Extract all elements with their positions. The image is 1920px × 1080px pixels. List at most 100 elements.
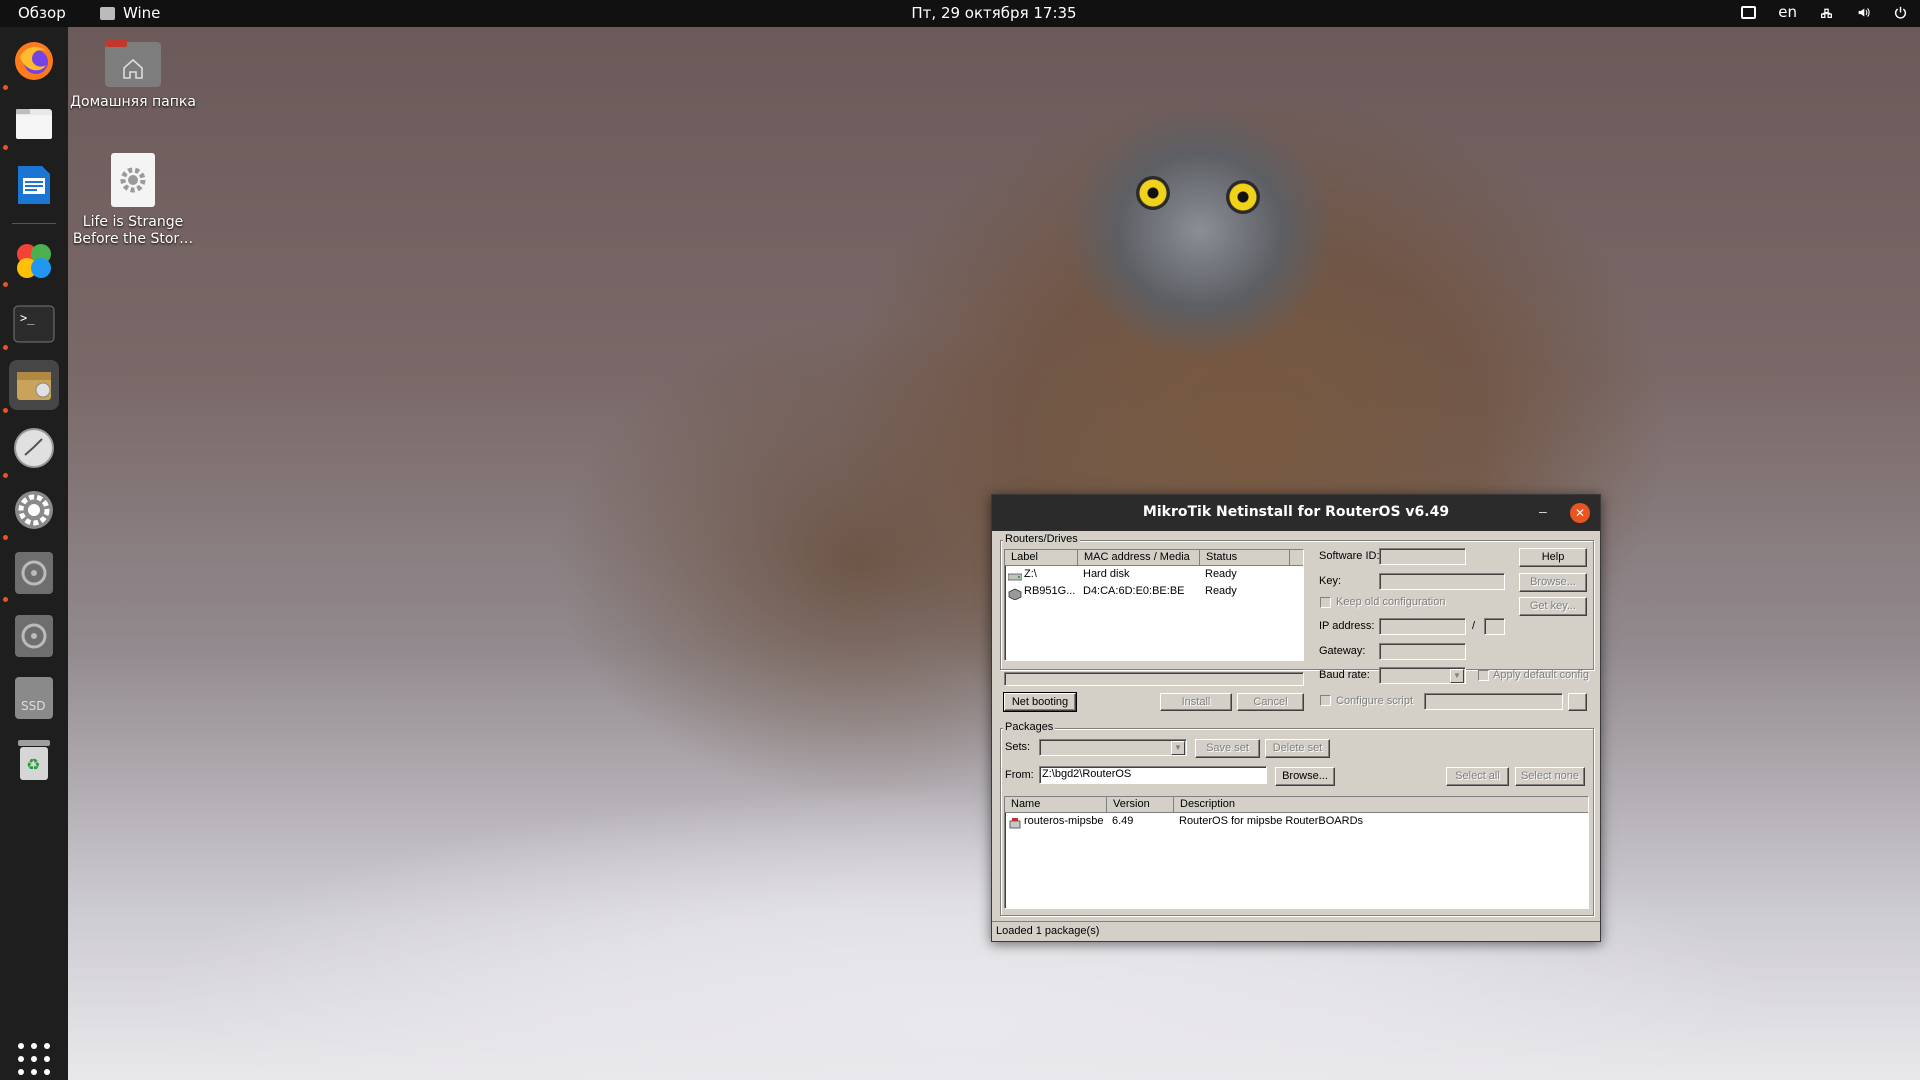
hard-disk-icon — [1008, 573, 1022, 581]
column-status[interactable]: Status — [1200, 550, 1290, 566]
progress-bar — [1004, 672, 1304, 686]
routers-list[interactable]: Label MAC address / Media Status Z:\ Har… — [1004, 549, 1304, 661]
chevron-down-icon[interactable]: ▼ — [1450, 669, 1464, 683]
software-id-label: Software ID: — [1319, 550, 1380, 562]
chevron-down-icon[interactable]: ▼ — [1171, 741, 1185, 755]
svg-text:♻: ♻ — [26, 755, 40, 774]
from-path-value: Z:\bgd2\RouterOS — [1042, 768, 1132, 780]
screen-icon[interactable] — [1741, 5, 1757, 19]
save-set-button[interactable]: Save set — [1195, 739, 1260, 758]
table-row[interactable]: Hard disk — [1083, 568, 1129, 580]
delete-set-button[interactable]: Delete set — [1265, 739, 1330, 758]
help-button[interactable]: Help — [1519, 548, 1587, 567]
settings-file-icon — [111, 153, 155, 207]
sets-label: Sets: — [1005, 741, 1031, 753]
network-icon[interactable] — [1819, 6, 1834, 19]
disk-tool-icon[interactable] — [9, 423, 59, 473]
running-indicator — [3, 473, 8, 478]
sets-select[interactable]: ▼ — [1039, 739, 1187, 756]
language-indicator[interactable]: en — [1778, 3, 1797, 21]
files-icon[interactable] — [9, 98, 59, 148]
table-row[interactable]: Ready — [1205, 568, 1237, 580]
running-indicator — [3, 535, 8, 540]
select-none-button[interactable]: Select none — [1515, 767, 1585, 786]
cd-drive-icon[interactable] — [9, 611, 59, 661]
firefox-icon[interactable] — [9, 36, 59, 86]
apply-default-config-checkbox[interactable] — [1478, 670, 1489, 681]
dock: >_ SSD ♻ — [0, 27, 68, 1080]
from-browse-button[interactable]: Browse... — [1275, 767, 1335, 786]
home-folder-icon — [105, 39, 161, 87]
home-folder-shortcut[interactable]: Домашняя папка — [68, 38, 198, 111]
window-title: MikroTik Netinstall for RouterOS v6.49 — [1142, 504, 1450, 520]
wine-icon[interactable] — [9, 360, 59, 410]
configure-script-label: Configure script — [1336, 695, 1414, 707]
top-bar: Обзор Wine Пт, 29 октября 17:35 en — [0, 0, 1920, 27]
running-indicator — [3, 145, 8, 150]
install-button[interactable]: Install — [1160, 693, 1232, 711]
table-row[interactable]: RB951G... — [1024, 585, 1075, 597]
svg-text:SSD: SSD — [21, 699, 45, 713]
table-row[interactable]: 6.49 — [1112, 815, 1133, 827]
select-all-button[interactable]: Select all — [1446, 767, 1509, 786]
packages-list[interactable]: Name Version Description routeros-mipsbe… — [1004, 796, 1589, 909]
configure-script-browse-button[interactable] — [1568, 693, 1587, 711]
show-apps-button[interactable] — [18, 1043, 50, 1075]
baud-rate-label: Baud rate: — [1319, 669, 1370, 681]
close-button[interactable]: ✕ — [1570, 503, 1590, 523]
key-label: Key: — [1319, 575, 1342, 587]
get-key-button[interactable]: Get key... — [1519, 597, 1587, 616]
game-shortcut[interactable]: Life is Strange Before the Stor… — [68, 152, 198, 248]
game-shortcut-label: Life is Strange Before the Stor… — [72, 214, 194, 247]
routers-group-label: Routers/Drives — [1003, 533, 1080, 545]
window-titlebar[interactable]: MikroTik Netinstall for RouterOS v6.49 –… — [992, 495, 1600, 531]
table-row[interactable]: RouterOS for mipsbe RouterBOARDs — [1179, 815, 1363, 827]
cancel-button[interactable]: Cancel — [1237, 693, 1304, 711]
net-booting-button[interactable]: Net booting — [1003, 692, 1077, 712]
ip-address-field[interactable] — [1379, 618, 1466, 635]
column-filler — [1290, 550, 1303, 566]
table-row[interactable]: Ready — [1205, 585, 1237, 597]
keep-old-config-checkbox[interactable] — [1320, 597, 1331, 608]
running-indicator — [3, 597, 8, 602]
minimize-button[interactable]: – — [1539, 503, 1547, 519]
table-row[interactable]: D4:CA:6D:E0:BE:BE — [1083, 585, 1185, 597]
clock[interactable]: Пт, 29 октября 17:35 — [0, 4, 1920, 22]
netmask-field[interactable] — [1484, 618, 1505, 635]
apply-default-config-label: Apply default config — [1493, 669, 1590, 681]
packages-group-label: Packages — [1003, 721, 1056, 733]
dock-separator — [12, 223, 56, 224]
column-mac[interactable]: MAC address / Media — [1078, 550, 1200, 566]
cd-drive-icon[interactable] — [9, 548, 59, 598]
volume-icon[interactable] — [1856, 6, 1871, 19]
writer-icon[interactable] — [9, 160, 59, 210]
settings-icon[interactable] — [9, 485, 59, 535]
software-id-field[interactable] — [1379, 548, 1466, 565]
trash-icon[interactable]: ♻ — [9, 735, 59, 785]
key-browse-button[interactable]: Browse... — [1519, 573, 1587, 592]
table-row[interactable]: Z:\ — [1024, 568, 1037, 580]
baud-rate-select[interactable]: ▼ — [1379, 667, 1466, 684]
from-label: From: — [1005, 769, 1034, 781]
from-path-field[interactable]: Z:\bgd2\RouterOS — [1039, 766, 1267, 784]
router-icon — [1008, 588, 1022, 600]
ip-slash: / — [1472, 620, 1476, 632]
table-row[interactable]: routeros-mipsbe — [1024, 815, 1103, 827]
column-name[interactable]: Name — [1005, 797, 1107, 813]
key-field[interactable] — [1379, 573, 1505, 590]
ssd-drive-icon[interactable]: SSD — [9, 673, 59, 723]
configure-script-checkbox[interactable] — [1320, 695, 1331, 706]
column-description[interactable]: Description — [1174, 797, 1588, 813]
terminal-icon[interactable]: >_ — [9, 299, 59, 349]
configure-script-field[interactable] — [1424, 693, 1563, 710]
home-folder-label: Домашняя папка — [70, 94, 196, 110]
column-version[interactable]: Version — [1107, 797, 1174, 813]
system-tray[interactable]: en — [1741, 3, 1908, 21]
power-icon[interactable] — [1893, 6, 1908, 19]
photos-icon[interactable] — [9, 236, 59, 286]
owl-eye-left — [1136, 176, 1170, 210]
gateway-field[interactable] — [1379, 643, 1466, 660]
column-label[interactable]: Label — [1005, 550, 1078, 566]
owl-eye-right — [1226, 180, 1260, 214]
running-indicator — [3, 282, 8, 287]
